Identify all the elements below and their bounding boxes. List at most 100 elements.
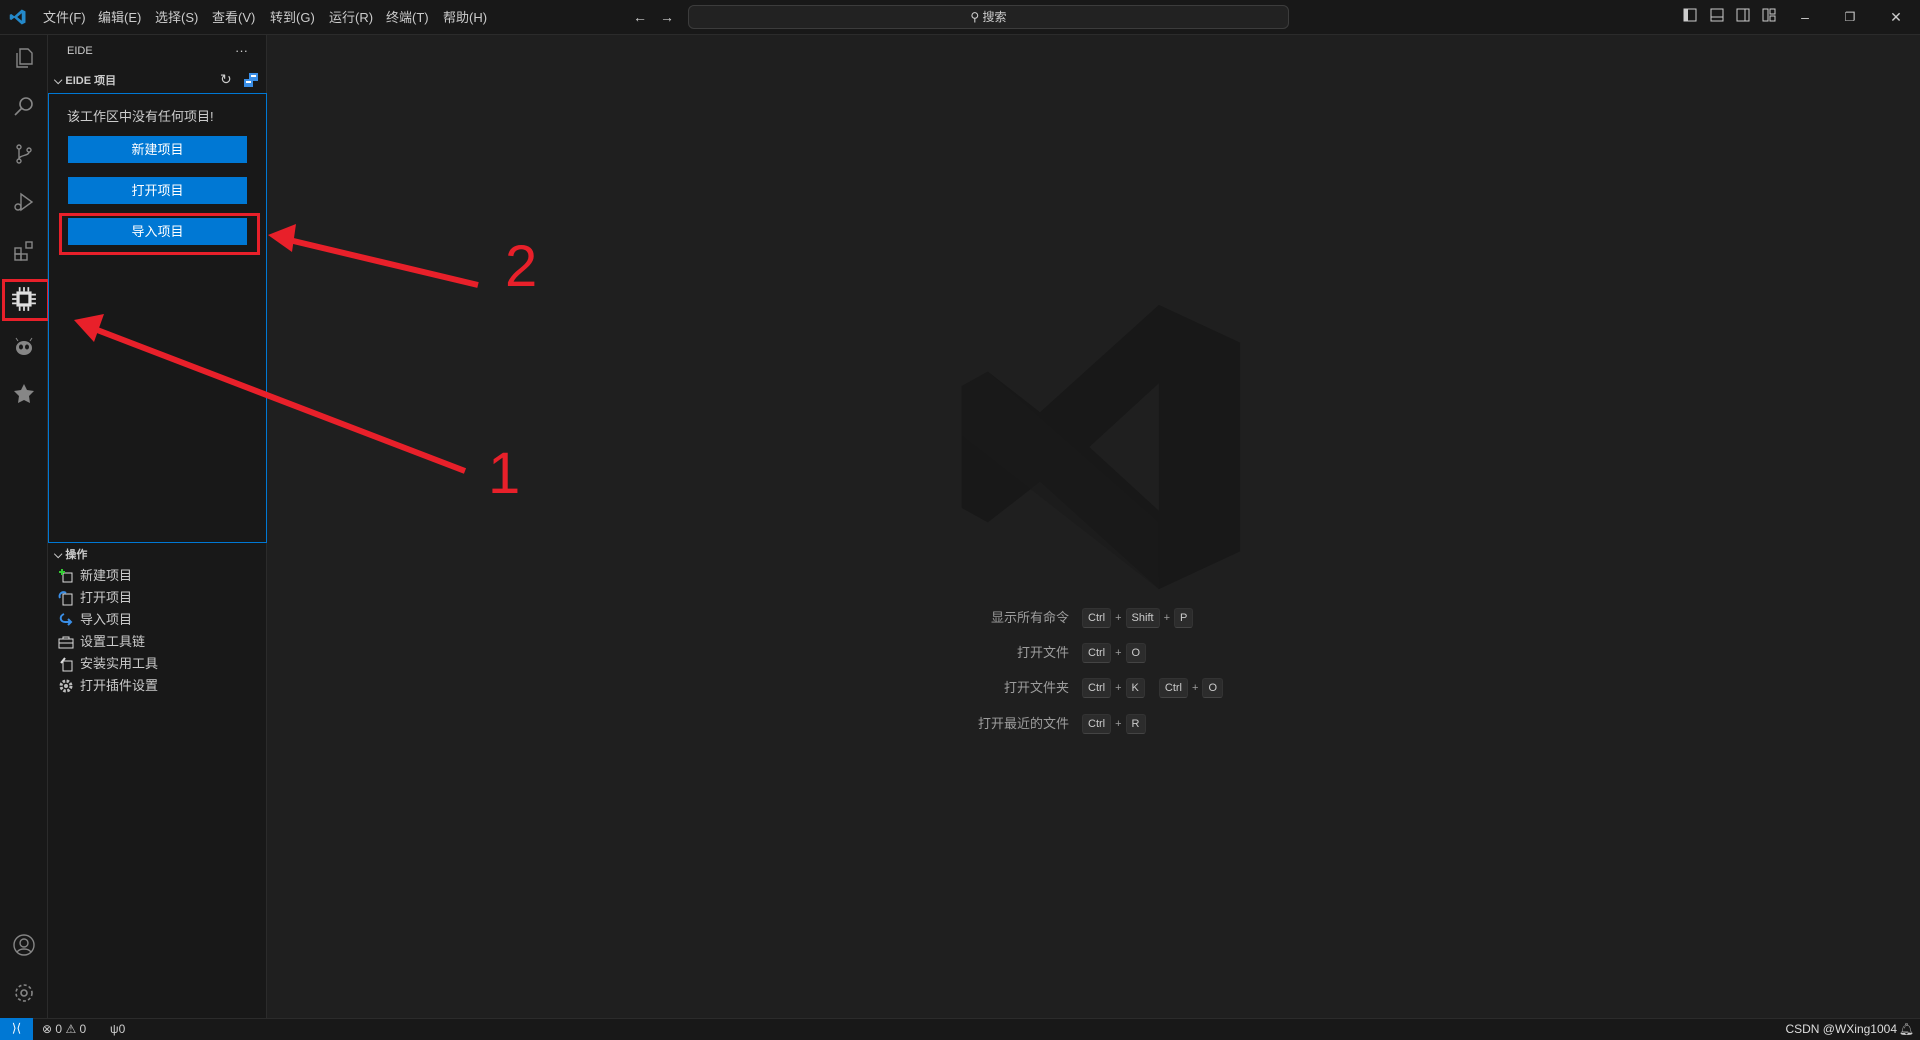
shortcut-row: 打开文件 Ctrl + O (0, 643, 1920, 663)
plus-sign: + (1115, 682, 1122, 694)
projects-view: 该工作区中没有任何项目! 新建项目 打开项目 导入项目 (48, 93, 267, 543)
workspace-icon[interactable] (243, 72, 259, 88)
operation-label: 打开项目 (80, 590, 133, 605)
forward-arrow-icon[interactable]: → (658, 8, 676, 26)
minimize-icon[interactable]: – (1796, 8, 1814, 26)
keycap: Ctrl (1082, 643, 1112, 663)
toggle-secondary-sidebar-icon[interactable] (1734, 8, 1752, 26)
status-bar: ⟩⟨ ⊗ 0 ⚠ 0 ψ0 CSDN @WXing1004 🔔︎ (0, 1018, 1920, 1040)
vscode-watermark-logo (961, 304, 1241, 590)
menu-item[interactable]: 终端(T) (380, 0, 435, 35)
refresh-icon[interactable]: ↻ (220, 71, 232, 88)
activity-bar (0, 35, 48, 1018)
annotation-highlight-eide-icon (2, 279, 50, 321)
back-arrow-icon[interactable]: ← (631, 8, 649, 26)
new-project-button[interactable]: 新建项目 (68, 136, 247, 163)
shortcut-label: 显示所有命令 (990, 610, 1069, 625)
accounts-icon[interactable] (0, 923, 48, 967)
alien-extension-icon[interactable] (0, 325, 48, 369)
chevron-down-icon: ⌵ (54, 549, 63, 561)
plus-sign: + (1163, 612, 1170, 624)
menu-item[interactable]: 帮助(H) (437, 0, 493, 35)
extensions-icon[interactable] (0, 229, 48, 273)
error-icon: ⊗ (42, 1022, 53, 1036)
open-project-button[interactable]: 打开项目 (68, 177, 247, 204)
menu-item[interactable]: 文件(F) (37, 0, 92, 35)
keycap: Ctrl (1158, 678, 1188, 698)
shortcut-keys: Ctrl + O (1082, 643, 1147, 663)
menu-item[interactable]: 编辑(E) (92, 0, 147, 35)
shortcut-keys: Ctrl + R (1082, 714, 1146, 734)
open-project-icon (58, 590, 74, 606)
section-title: 操作 (65, 549, 88, 561)
keycap: R (1125, 714, 1146, 734)
keycap: O (1125, 643, 1147, 663)
warning-count: 0 (79, 1022, 87, 1036)
source-control-icon[interactable] (0, 132, 48, 176)
menu-item[interactable]: 查看(V) (206, 0, 261, 35)
keycap: K (1125, 678, 1145, 698)
plus-sign: + (1115, 718, 1122, 730)
shortcut-row: 显示所有命令 Ctrl + Shift + P (0, 608, 1920, 628)
more-actions-button[interactable]: ··· (235, 43, 248, 58)
keycap: Ctrl (1082, 714, 1112, 734)
customize-layout-icon[interactable] (1760, 8, 1778, 26)
sidebar-title: EIDE (67, 45, 93, 57)
arrow-2-head (268, 224, 296, 252)
notifications-bell-icon[interactable]: 🔔︎ (1899, 1019, 1914, 1040)
settings-gear-icon[interactable] (0, 971, 48, 1015)
shortcut-keys: Ctrl + K Ctrl + O (1082, 678, 1223, 698)
plus-sign: + (1115, 612, 1122, 624)
operation-item[interactable]: 新建项目 (58, 565, 132, 587)
annotation-number-1: 1 (488, 441, 521, 506)
eide-projects-section-header[interactable]: ⌵ EIDE 项目 (48, 70, 266, 92)
error-count: 0 (55, 1022, 63, 1036)
search-label: 搜索 (982, 10, 1007, 24)
keycap: Ctrl (1082, 608, 1112, 628)
search-icon: ⚲ (970, 10, 983, 24)
operations-section-header[interactable]: ⌵ 操作 (48, 544, 266, 566)
menu-item[interactable]: 转到(G) (264, 0, 321, 35)
plus-sign: + (1192, 682, 1199, 694)
remote-indicator-icon[interactable]: ⟩⟨ (0, 1018, 33, 1040)
ports-count: 0 (118, 1022, 126, 1036)
title-bar: 文件(F) 编辑(E) 选择(S) 查看(V) 转到(G) 运行(R) 终端(T) 帮助(H)… (0, 0, 1920, 35)
shortcut-label: 打开文件夹 (1003, 680, 1069, 695)
section-title: EIDE 项目 (65, 75, 117, 87)
annotation-number-2: 2 (505, 234, 538, 299)
toggle-panel-icon[interactable] (1708, 8, 1726, 26)
shortcut-label: 打开文件 (1016, 645, 1069, 660)
restore-icon[interactable]: ❐ (1841, 8, 1859, 26)
shortcut-row: 打开最近的文件 Ctrl + R (0, 714, 1920, 734)
keycap: O (1202, 678, 1223, 698)
rt-thread-icon[interactable] (0, 372, 48, 416)
annotation-highlight-import (59, 213, 260, 255)
plus-sign: + (1115, 647, 1122, 659)
warning-icon: ⚠ (65, 1022, 77, 1036)
new-project-icon (58, 568, 74, 584)
command-center-search[interactable]: ⚲ 搜索 (688, 5, 1289, 29)
arrow-2-line (284, 236, 479, 288)
shortcut-keys: Ctrl + Shift + P (1082, 608, 1194, 628)
eide-sidebar: EIDE ··· ⌵ EIDE 项目 ↻ 该工作区中没有任何项目! 新建项目 打… (48, 35, 267, 1018)
antenna-icon: ψ (110, 1022, 119, 1036)
search-icon[interactable] (0, 84, 48, 128)
operation-label: 新建项目 (80, 568, 133, 583)
menu-item[interactable]: 选择(S) (149, 0, 204, 35)
empty-workspace-message: 该工作区中没有任何项目! (67, 109, 214, 124)
shortcut-label: 打开最近的文件 (977, 716, 1069, 731)
watermark-text: CSDN @WXing1004 (1785, 1022, 1897, 1036)
keycap: P (1174, 608, 1194, 628)
problems-indicator[interactable]: ⊗ 0 ⚠ 0 (42, 1019, 86, 1040)
close-icon[interactable]: ✕ (1887, 8, 1905, 26)
shortcut-row: 打开文件夹 Ctrl + K Ctrl + O (0, 678, 1920, 698)
operation-item[interactable]: 打开项目 (58, 587, 132, 609)
vscode-logo-icon (9, 9, 26, 25)
chevron-down-icon: ⌵ (54, 75, 63, 87)
run-debug-icon[interactable] (0, 180, 48, 224)
toggle-primary-sidebar-icon[interactable] (1681, 8, 1699, 26)
ports-indicator[interactable]: ψ0 (110, 1019, 125, 1040)
keycap: Ctrl (1082, 678, 1112, 698)
menu-item[interactable]: 运行(R) (323, 0, 379, 35)
explorer-icon[interactable] (0, 36, 48, 80)
